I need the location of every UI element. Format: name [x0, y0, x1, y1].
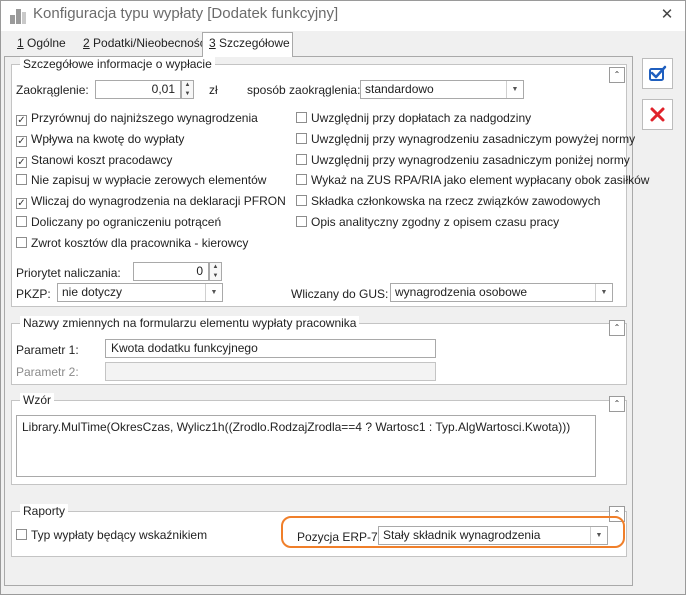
check-skladka[interactable]: Składka członkowska na rzecz związków za…: [296, 194, 600, 208]
save-icon: [649, 65, 667, 81]
check-wskaznik[interactable]: Typ wypłaty będący wskaźnikiem: [16, 528, 207, 542]
reports-group-title: Raporty: [20, 504, 69, 518]
title-bar: Konfiguracja typu wypłaty [Dodatek funkc…: [1, 1, 685, 31]
erp-select[interactable]: Stały składnik wynagrodzenia ▼: [378, 526, 608, 545]
variables-group: Nazwy zmiennych na formularzu elementu w…: [11, 316, 627, 385]
check-kierowca[interactable]: Zwrot kosztów dla pracownika - kierowcy: [16, 236, 248, 250]
chevron-down-icon[interactable]: ▼: [205, 284, 222, 301]
checkbox[interactable]: [296, 174, 307, 185]
checkbox[interactable]: [16, 237, 27, 248]
check-wplywa[interactable]: ✓ Wpływa na kwotę do wypłaty: [16, 132, 184, 147]
dialog-window: Konfiguracja typu wypłaty [Dodatek funkc…: [0, 0, 686, 595]
save-button[interactable]: [642, 58, 673, 89]
check-opis[interactable]: Opis analityczny zgodny z opisem czasu p…: [296, 215, 559, 229]
check-pfron[interactable]: ✓ Wliczaj do wynagrodzenia na deklaracji …: [16, 194, 286, 209]
details-group: Szczegółowe informacje o wypłacie ⌃ Zaok…: [11, 57, 649, 307]
priority-input[interactable]: 0: [133, 262, 209, 281]
details-group-title: Szczegółowe informacje o wypłacie: [20, 57, 215, 71]
cancel-icon: [650, 107, 665, 122]
param1-label: Parametr 1:: [16, 343, 79, 357]
collapse-formula-icon[interactable]: ⌃: [609, 396, 625, 412]
checkbox[interactable]: [296, 154, 307, 165]
checkbox[interactable]: ✓: [16, 157, 27, 168]
spin-up-icon[interactable]: ▲: [182, 81, 193, 89]
rounding-spinner[interactable]: ▲ ▼: [181, 80, 194, 99]
tab-podatki[interactable]: 2 Podatki/Nieobecności: [77, 33, 214, 55]
check-zerowe[interactable]: Nie zapisuj w wypłacie zerowych elementó…: [16, 173, 266, 187]
priority-spinner[interactable]: ▲ ▼: [209, 262, 222, 281]
checkbox[interactable]: [296, 195, 307, 206]
rounding-mode-label: sposób zaokrąglenia:: [247, 83, 361, 97]
app-icon: [10, 9, 26, 24]
tab-panel: Szczegółowe informacje o wypłacie ⌃ Zaok…: [4, 56, 649, 586]
check-ponizej-normy[interactable]: Uwzględnij przy wynagrodzeniu zasadniczy…: [296, 153, 630, 167]
window-title: Konfiguracja typu wypłaty [Dodatek funkc…: [33, 5, 339, 22]
checkbox[interactable]: [296, 112, 307, 123]
collapse-details-icon[interactable]: ⌃: [609, 67, 625, 83]
check-potracenia[interactable]: Doliczany po ograniczeniu potrąceń: [16, 215, 221, 229]
chevron-down-icon[interactable]: ▼: [590, 527, 607, 544]
gus-select[interactable]: wynagrodzenia osobowe ▼: [390, 283, 613, 302]
check-nadgodziny[interactable]: Uwzględnij przy dopłatach za nadgodziny: [296, 111, 531, 125]
param1-input[interactable]: Kwota dodatku funkcyjnego: [105, 339, 436, 358]
erp-label: Pozycja ERP-7:: [297, 530, 382, 544]
tab-ogolne[interactable]: 1 Ogólne: [11, 33, 72, 55]
chevron-down-icon[interactable]: ▼: [595, 284, 612, 301]
priority-label: Priorytet naliczania:: [16, 266, 121, 280]
rounding-unit: zł: [209, 83, 218, 97]
pkzp-label: PKZP:: [16, 287, 51, 301]
variables-group-title: Nazwy zmiennych na formularzu elementu w…: [20, 316, 360, 330]
rounding-mode-select[interactable]: standardowo ▼: [360, 80, 524, 99]
check-koszt[interactable]: ✓ Stanowi koszt pracodawcy: [16, 153, 172, 168]
spin-down-icon[interactable]: ▼: [182, 90, 193, 98]
close-icon[interactable]: ✕: [657, 4, 677, 26]
param2-input[interactable]: [105, 362, 436, 381]
check-przyrownuj[interactable]: ✓ Przyrównuj do najniższego wynagrodzenia: [16, 111, 258, 126]
rounding-label: Zaokrąglenie:: [16, 83, 89, 97]
pkzp-select[interactable]: nie dotyczy ▼: [57, 283, 223, 302]
check-powyzej-normy[interactable]: Uwzględnij przy wynagrodzeniu zasadniczy…: [296, 132, 635, 146]
formula-group-title: Wzór: [20, 393, 54, 407]
rounding-input[interactable]: 0,01: [95, 80, 181, 99]
checkbox[interactable]: [296, 133, 307, 144]
gus-label: Wliczany do GUS:: [291, 287, 389, 301]
checkbox[interactable]: ✓: [16, 115, 27, 126]
chevron-down-icon[interactable]: ▼: [506, 81, 523, 98]
collapse-variables-icon[interactable]: ⌃: [609, 320, 625, 336]
checkbox[interactable]: [16, 216, 27, 227]
spin-up-icon[interactable]: ▲: [210, 263, 221, 271]
checkbox[interactable]: [16, 174, 27, 185]
checkbox[interactable]: ✓: [16, 136, 27, 147]
checkbox[interactable]: ✓: [16, 198, 27, 209]
param2-label: Parametr 2:: [16, 365, 79, 379]
checkbox[interactable]: [296, 216, 307, 227]
check-zus-rpa[interactable]: Wykaż na ZUS RPA/RIA jako element wypłac…: [296, 173, 649, 187]
reports-group: Raporty ⌃ Typ wypłaty będący wskaźnikiem…: [11, 504, 627, 557]
formula-group: Wzór ⌃ Library.MulTime(OkresCzas, Wylicz…: [11, 393, 627, 485]
spin-down-icon[interactable]: ▼: [210, 272, 221, 280]
checkbox[interactable]: [16, 529, 27, 540]
formula-textarea[interactable]: Library.MulTime(OkresCzas, Wylicz1h((Zro…: [16, 415, 596, 477]
tab-szczegolowe[interactable]: 3 Szczegółowe: [202, 32, 293, 57]
cancel-button[interactable]: [642, 99, 673, 130]
